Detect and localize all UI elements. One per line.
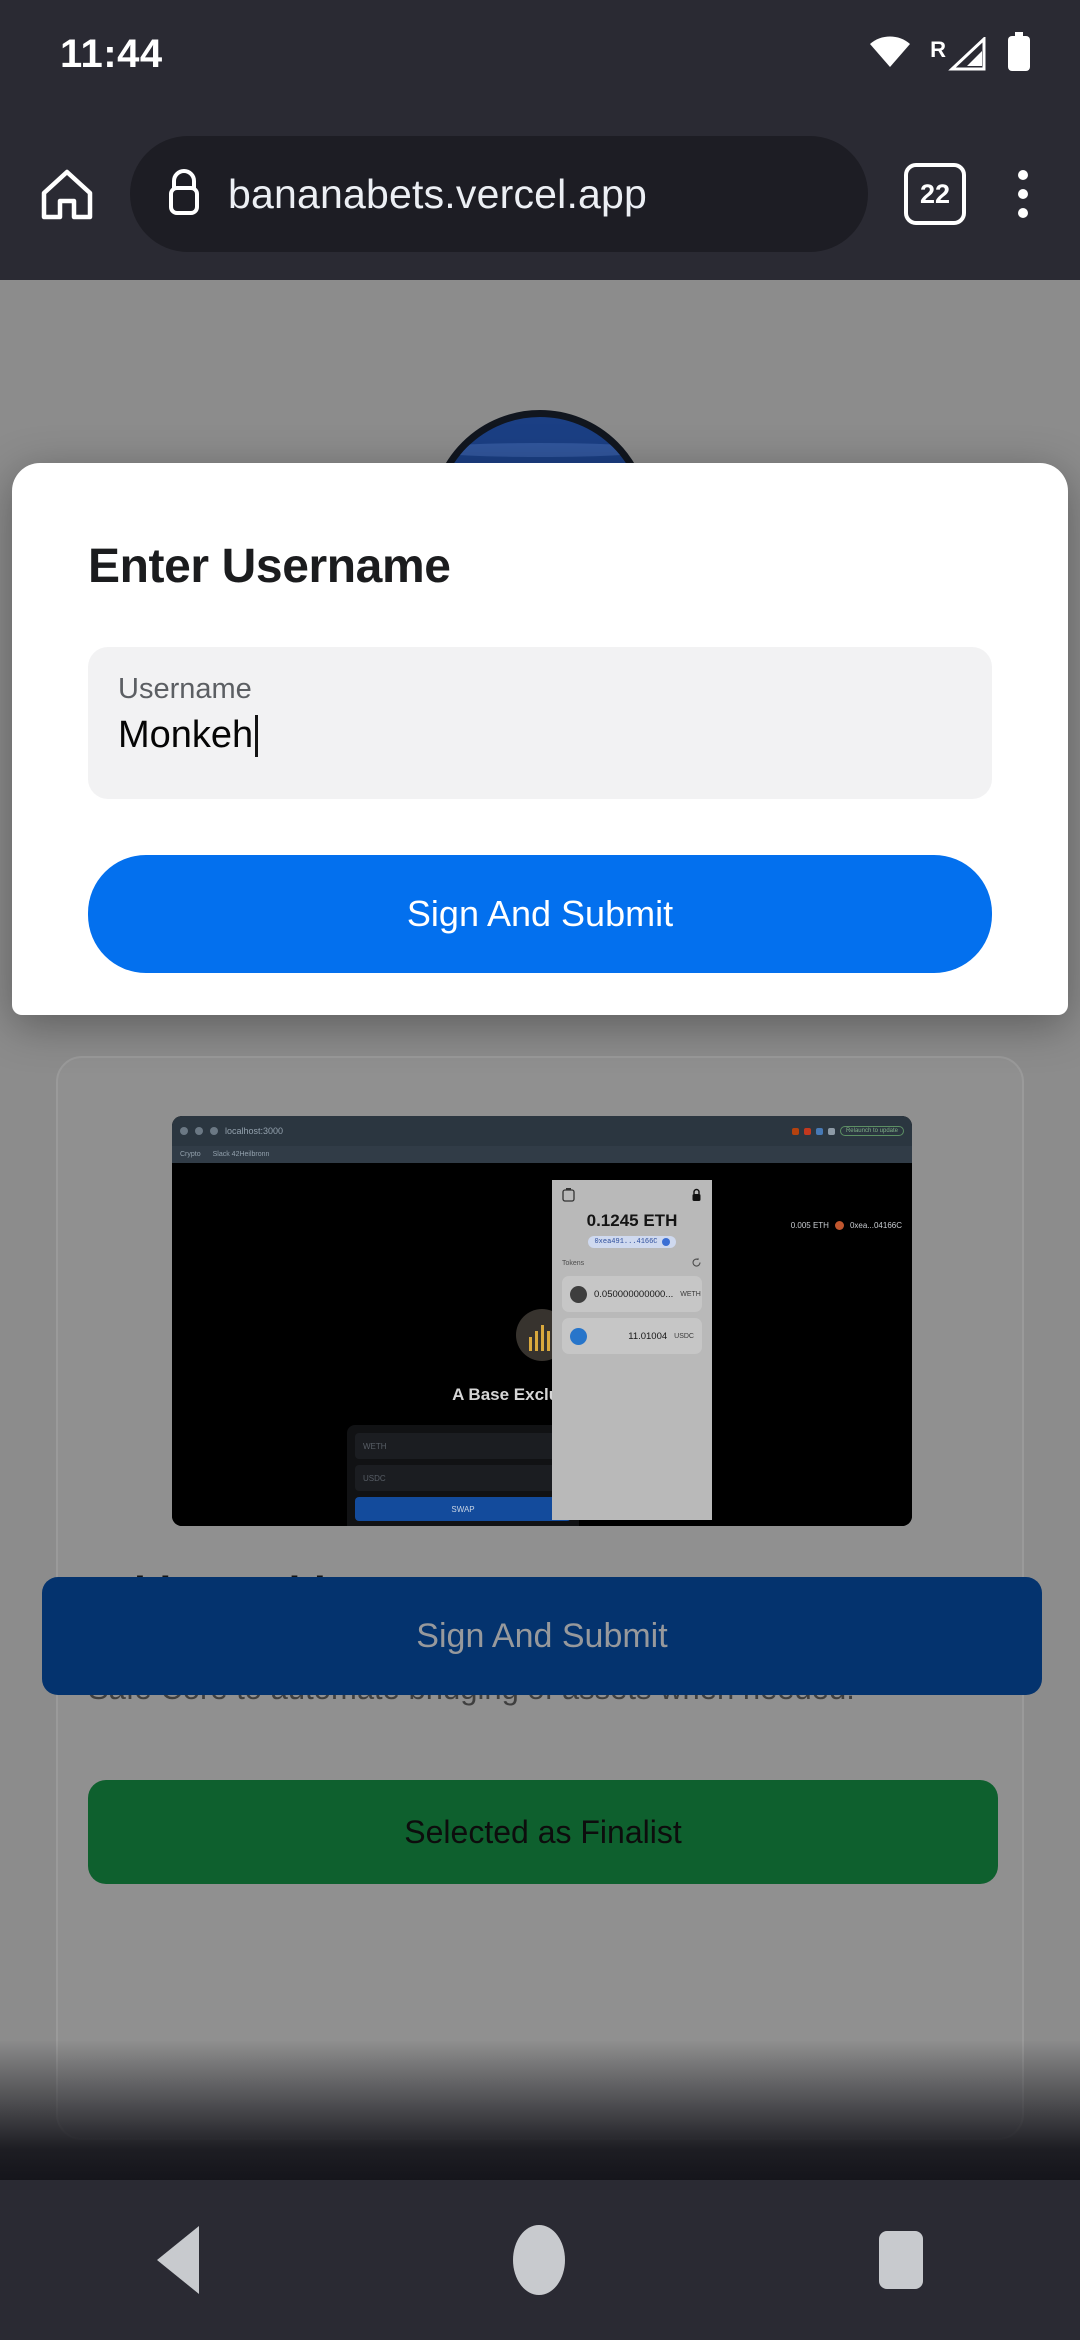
browser-toolbar: bananabets.vercel.app 22: [0, 108, 1080, 280]
android-nav-bar: [0, 2180, 1080, 2340]
text-cursor: [255, 714, 259, 757]
thumbnail-browser-chrome: localhost:3000 Relaunch to update: [172, 1116, 912, 1146]
swap-button: SWAP: [355, 1497, 571, 1521]
username-input[interactable]: Monkeh: [118, 714, 962, 757]
status-clock: 11:44: [60, 31, 163, 76]
username-input-value: Monkeh: [118, 714, 254, 756]
thumbnail-account-address: 0xea...04166C: [849, 1221, 902, 1230]
thumbnail-page-body: 0.005 ETH 0xea...04166C A Base Exclusive…: [172, 1163, 912, 1526]
wallet-token-row: 0.050000000000... WETH: [562, 1276, 702, 1312]
token-symbol: WETH: [680, 1290, 701, 1298]
thumbnail-account-row: 0.005 ETH 0xea...04166C: [791, 1221, 902, 1230]
wifi-icon: [868, 35, 912, 74]
dialog-title: Enter Username: [88, 540, 451, 593]
account-avatar-icon: [834, 1221, 844, 1230]
refresh-icon: [691, 1257, 702, 1270]
thumbnail-app-title: A Base Exclusive DEX: [452, 1385, 632, 1404]
wallet-tokens-label: Tokens: [562, 1260, 585, 1267]
token-symbol: USDC: [674, 1332, 694, 1340]
thumbnail-account-balance: 0.005 ETH: [790, 1221, 829, 1230]
status-badge[interactable]: Selected as Finalist: [88, 1780, 998, 1884]
usdc-token-icon: [570, 1327, 587, 1345]
thumbnail-wallet-popup: 0.1245 ETH 0xea491...4166C Tokens 0.0500…: [552, 1180, 712, 1520]
battery-icon: [1006, 31, 1032, 77]
thumbnail-url: localhost:3000: [225, 1126, 284, 1136]
swap-field-from: WETH: [355, 1433, 571, 1459]
trash-icon: [562, 1187, 575, 1207]
wallet-balance: 0.1245 ETH: [586, 1211, 678, 1230]
username-dialog: Enter Username Username Monkeh Sign And …: [12, 463, 1068, 1015]
home-icon[interactable]: [28, 155, 106, 233]
lock-icon: [691, 1188, 702, 1207]
wallet-token-row: 11.01004 USDC: [562, 1318, 702, 1354]
bookmark-item: Crypto: [180, 1151, 201, 1158]
page-sign-and-submit-button[interactable]: Sign And Submit: [42, 1577, 1042, 1695]
overflow-menu-icon[interactable]: [990, 149, 1056, 239]
thumbnail-bookmarks-bar: Crypto Slack 42Heilbronn: [172, 1146, 912, 1163]
thumbnail-swap-box: WETH USDC SWAP: [347, 1425, 579, 1526]
url-text: bananabets.vercel.app: [228, 170, 648, 217]
lock-icon: [164, 167, 204, 222]
copy-icon: [661, 1238, 670, 1246]
home-icon[interactable]: [513, 2225, 565, 2295]
username-field[interactable]: Username Monkeh: [88, 647, 992, 799]
status-bar: 11:44 R: [0, 0, 1080, 108]
status-icon-group: R: [868, 31, 1032, 77]
token-amount: 11.01004: [628, 1330, 668, 1342]
wallet-address: 0xea491...4166C: [588, 1236, 676, 1248]
url-bar[interactable]: bananabets.vercel.app: [130, 136, 868, 252]
wallet-address-text: 0xea491...4166C: [594, 1238, 658, 1246]
eth-token-icon: [570, 1285, 587, 1303]
roaming-signal-icon: R: [930, 37, 988, 71]
back-icon[interactable]: [157, 2226, 199, 2294]
thumbnail-relaunch-label: Relaunch to update: [839, 1126, 904, 1136]
bookmark-item: Slack 42Heilbronn: [212, 1151, 270, 1158]
sign-and-submit-button[interactable]: Sign And Submit: [88, 855, 992, 973]
username-field-label: Username: [118, 673, 252, 705]
recents-icon[interactable]: [879, 2231, 923, 2289]
swap-field-to: USDC: [355, 1465, 571, 1491]
project-thumbnail: localhost:3000 Relaunch to update Crypto…: [172, 1116, 912, 1526]
token-amount: 0.050000000000...: [594, 1288, 674, 1300]
tab-counter-button[interactable]: 22: [904, 163, 966, 225]
